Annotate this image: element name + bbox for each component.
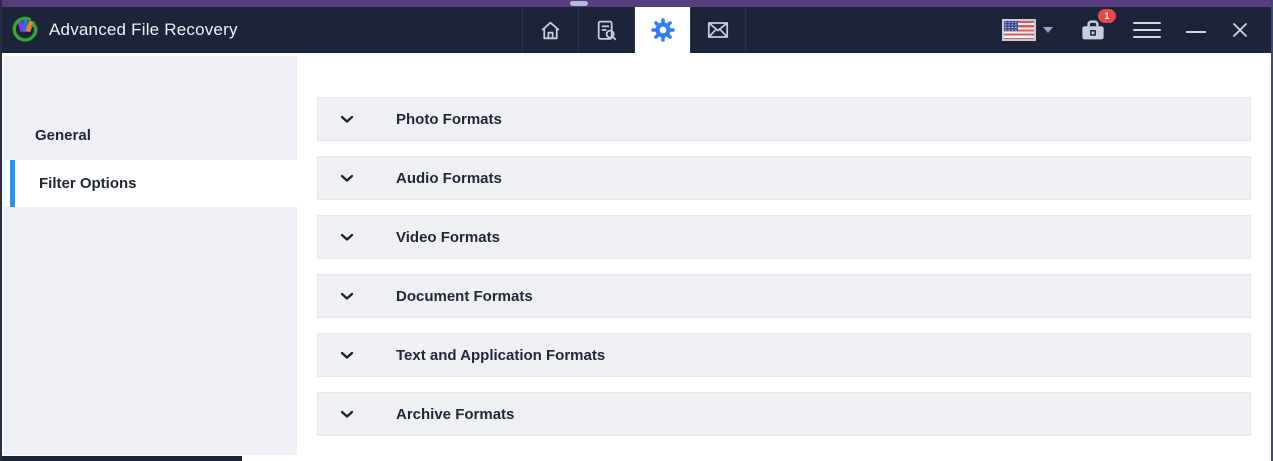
gear-icon bbox=[650, 17, 676, 43]
sidebar-item-filter-options[interactable]: Filter Options bbox=[4, 160, 297, 207]
nav-tabs bbox=[522, 7, 746, 53]
sidebar-item-label: General bbox=[35, 127, 91, 144]
chevron-down-icon bbox=[340, 174, 354, 183]
chevron-down-icon bbox=[1043, 27, 1053, 33]
accordion-video-formats[interactable]: Video Formats bbox=[317, 215, 1251, 259]
accordion-label: Archive Formats bbox=[396, 405, 515, 423]
sidebar-item-label: Filter Options bbox=[39, 175, 137, 192]
bottom-window-edge bbox=[2, 456, 242, 461]
minimize-button[interactable] bbox=[1186, 30, 1206, 34]
menu-icon bbox=[1133, 21, 1161, 25]
home-icon bbox=[538, 18, 563, 43]
accordion-photo-formats[interactable]: Photo Formats bbox=[317, 97, 1251, 141]
background-window-strip bbox=[2, 0, 1271, 7]
accordion-label: Video Formats bbox=[396, 228, 500, 246]
app-title: Advanced File Recovery bbox=[49, 20, 238, 39]
filter-options-panel: Photo Formats Audio Formats Video Format… bbox=[297, 56, 1269, 461]
chevron-down-icon bbox=[340, 410, 354, 419]
app-logo-icon bbox=[10, 15, 40, 45]
app-brand: Advanced File Recovery bbox=[10, 7, 238, 53]
tab-settings[interactable] bbox=[634, 7, 690, 53]
app-window: Advanced File Recovery 1 General Filter … bbox=[0, 0, 1273, 461]
chevron-down-icon bbox=[340, 351, 354, 360]
chevron-down-icon bbox=[340, 292, 354, 301]
accordion-label: Document Formats bbox=[396, 287, 533, 305]
accordion-text-application-formats[interactable]: Text and Application Formats bbox=[317, 333, 1251, 377]
accordion-archive-formats[interactable]: Archive Formats bbox=[317, 392, 1251, 436]
us-flag-icon bbox=[1002, 19, 1036, 41]
accordion-label: Audio Formats bbox=[396, 169, 502, 187]
close-icon bbox=[1231, 21, 1249, 39]
tab-home[interactable] bbox=[522, 7, 578, 53]
tab-file-search[interactable] bbox=[578, 7, 634, 53]
language-selector[interactable] bbox=[1002, 19, 1053, 41]
close-button[interactable] bbox=[1231, 21, 1249, 39]
menu-button[interactable] bbox=[1133, 18, 1161, 43]
titlebar: Advanced File Recovery 1 bbox=[2, 7, 1271, 53]
sidebar-item-general[interactable]: General bbox=[4, 112, 297, 159]
toolbox-button[interactable]: 1 bbox=[1078, 9, 1116, 45]
accordion-document-formats[interactable]: Document Formats bbox=[317, 274, 1251, 318]
app-body: General Filter Options Photo Formats Aud… bbox=[4, 53, 1269, 461]
mail-icon bbox=[705, 17, 731, 43]
accordion-label: Text and Application Formats bbox=[396, 346, 606, 364]
background-window-artifact bbox=[570, 1, 588, 6]
file-search-icon bbox=[594, 18, 619, 43]
accordion-audio-formats[interactable]: Audio Formats bbox=[317, 156, 1251, 200]
settings-sidebar: General Filter Options bbox=[4, 56, 297, 455]
chevron-down-icon bbox=[340, 115, 354, 124]
notification-badge: 1 bbox=[1098, 9, 1116, 23]
accordion-label: Photo Formats bbox=[396, 110, 502, 128]
chevron-down-icon bbox=[340, 233, 354, 242]
titlebar-right-controls: 1 bbox=[1002, 7, 1249, 53]
tab-contact[interactable] bbox=[690, 7, 746, 53]
